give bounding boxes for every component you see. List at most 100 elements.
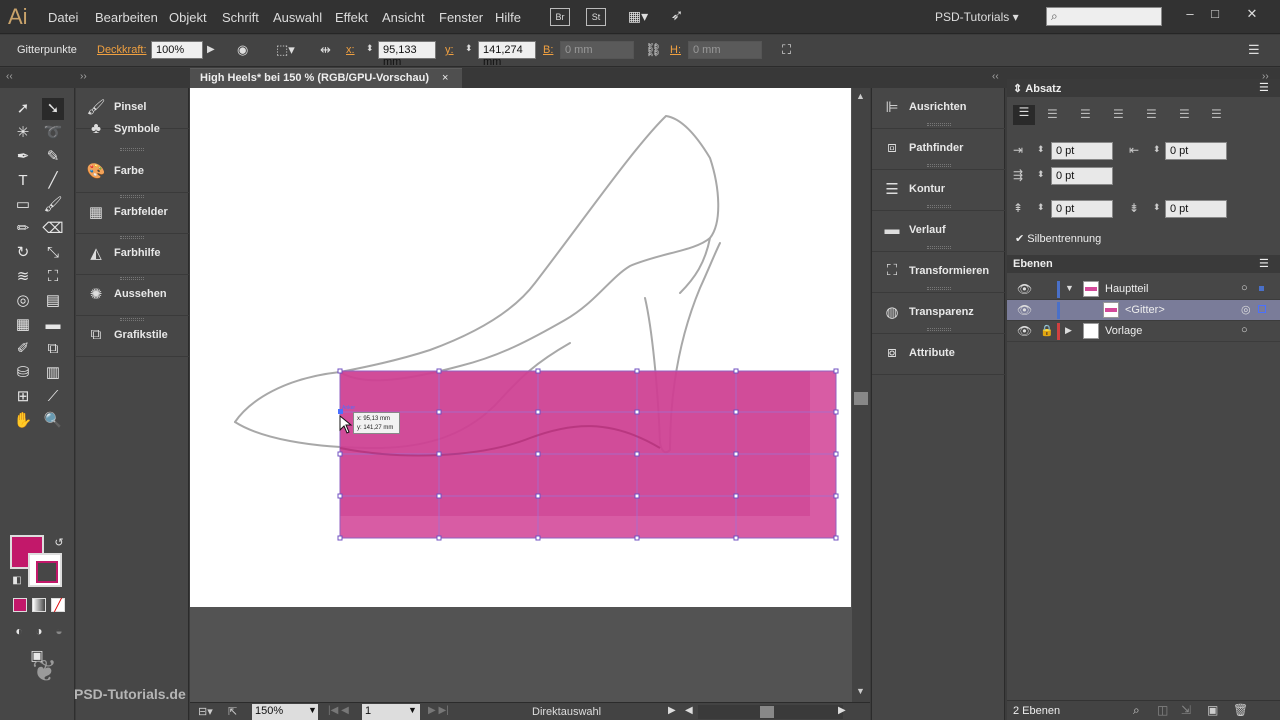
visibility-eye-icon[interactable]: 👁 <box>1017 324 1032 338</box>
menu-fenster[interactable]: Fenster <box>439 10 483 25</box>
menu-hilfe[interactable]: Hilfe <box>495 10 521 25</box>
bridge-button[interactable]: Br <box>550 8 570 26</box>
magic-wand-tool-icon[interactable]: ✳ <box>12 122 34 144</box>
clipping-mask-icon[interactable]: ◫ <box>1157 703 1168 717</box>
paragraph-panel-header[interactable]: ⇕ Absatz ☰ <box>1007 79 1280 97</box>
menu-auswahl[interactable]: Auswahl <box>273 10 322 25</box>
hscroll-thumb[interactable] <box>760 706 774 718</box>
paintbrush-tool-icon[interactable]: 🖌 <box>42 194 64 216</box>
constrain-proportions-icon[interactable]: ⛓ <box>645 42 662 58</box>
scroll-right-icon[interactable]: ▶ <box>838 705 846 716</box>
layer-name[interactable]: <Gitter> <box>1125 304 1165 316</box>
panel-farbhilfe[interactable]: ◭ Farbhilfe <box>76 234 189 275</box>
collapse-toolbox-icon[interactable]: ‹‹ <box>6 71 13 82</box>
search-input[interactable]: ⌕ <box>1046 7 1162 26</box>
draw-normal-icon[interactable]: ◐ <box>8 620 30 642</box>
space-after-field[interactable]: 0 pt <box>1165 200 1227 218</box>
lasso-tool-icon[interactable]: ➰ <box>42 122 64 144</box>
y-field[interactable]: 141,274 mm <box>478 41 536 68</box>
align-center-icon[interactable]: ☰ <box>1047 107 1058 121</box>
artboard-number-select[interactable]: 1 ▼ <box>362 704 420 720</box>
pen-tool-icon[interactable]: ✒ <box>12 146 34 168</box>
height-label[interactable]: H: <box>670 44 681 56</box>
selection-tool-icon[interactable]: ➚ <box>12 98 34 120</box>
panel-grip[interactable] <box>927 287 951 290</box>
hyphenation-checkbox[interactable]: ✔ Silbentrennung <box>1015 232 1101 245</box>
shape-builder-tool-icon[interactable]: ◎ <box>12 290 34 312</box>
close-button[interactable]: ✕ <box>1241 6 1263 24</box>
rotate-tool-icon[interactable]: ↻ <box>12 242 34 264</box>
align-right-icon[interactable]: ☰ <box>1080 107 1091 121</box>
align-anchor-icon[interactable]: ⇹ <box>320 42 331 58</box>
align-left-icon[interactable]: ☰ <box>1013 105 1035 125</box>
workspace-switcher[interactable]: PSD-Tutorials ▾ <box>935 10 1019 24</box>
document-tab[interactable]: High Heels* bei 150 % (RGB/GPU-Vorschau)… <box>190 68 462 88</box>
selection-indicator[interactable] <box>1259 286 1264 291</box>
locate-object-icon[interactable]: ⌕ <box>1133 703 1140 718</box>
status-menu-icon[interactable]: ▶ <box>668 705 676 716</box>
transform-icon[interactable]: ⛶ <box>782 42 791 58</box>
collapse-dock-icon[interactable]: ‹‹ <box>992 71 999 82</box>
visibility-eye-icon[interactable]: 👁 <box>1017 282 1032 296</box>
close-tab-icon[interactable]: × <box>442 72 448 84</box>
first-artboard-icon[interactable]: |◀ ◀ <box>328 705 349 716</box>
panel-menu-icon[interactable]: ☰ <box>1259 257 1269 270</box>
scroll-down-icon[interactable]: ▼ <box>856 686 865 696</box>
stepper-icon[interactable]: ⬍ <box>1153 144 1161 155</box>
slice-tool-icon[interactable]: ⟋ <box>42 386 64 408</box>
symbol-sprayer-tool-icon[interactable]: ⛁ <box>12 362 34 384</box>
gpu-performance-icon[interactable]: ➶ <box>667 8 687 26</box>
menu-bearbeiten[interactable]: Bearbeiten <box>95 10 158 25</box>
target-icon[interactable]: ◎ <box>1241 303 1251 316</box>
x-stepper-icon[interactable]: ⬍ <box>366 43 374 54</box>
justify-all-icon[interactable]: ☰ <box>1211 107 1222 121</box>
zoom-select[interactable]: 150% ▼ <box>252 704 318 720</box>
export-icon[interactable]: ⇱ <box>228 705 237 718</box>
space-before-field[interactable]: 0 pt <box>1051 200 1113 218</box>
rectangle-tool-icon[interactable]: ▭ <box>12 194 34 216</box>
draw-inside-icon[interactable]: ◒ <box>48 620 70 642</box>
swap-colors-icon[interactable]: ↺ <box>48 532 70 554</box>
width-tool-icon[interactable]: ≋ <box>12 266 34 288</box>
panel-grip[interactable] <box>120 148 144 151</box>
y-stepper-icon[interactable]: ⬍ <box>465 43 473 54</box>
stroke-color-swatch[interactable] <box>28 553 62 587</box>
pencil-tool-icon[interactable]: ✏ <box>12 218 34 240</box>
vertical-scrollbar[interactable]: ▲ ▼ <box>852 88 870 702</box>
layers-panel-header[interactable]: Ebenen ☰ <box>1007 255 1280 273</box>
panel-farbfelder[interactable]: ▦ Farbfelder <box>76 193 189 234</box>
column-graph-tool-icon[interactable]: ▥ <box>42 362 64 384</box>
menu-datei[interactable]: Datei <box>48 10 78 25</box>
draw-behind-icon[interactable]: ◑ <box>28 620 50 642</box>
opacity-field[interactable]: 100% <box>151 41 203 59</box>
target-icon[interactable]: ○ <box>1241 324 1248 336</box>
panel-attribute[interactable]: ⧇ Attribute <box>872 334 1006 375</box>
maximize-button[interactable]: □ <box>1204 6 1226 24</box>
panel-farbe[interactable]: 🎨 Farbe <box>76 152 189 193</box>
direct-selection-tool-icon[interactable]: ➘ <box>42 98 64 120</box>
x-field[interactable]: 95,133 mm <box>378 41 436 68</box>
expand-triangle-icon[interactable]: ▼ <box>1065 283 1074 293</box>
selection-indicator[interactable] <box>1258 305 1266 313</box>
type-tool-icon[interactable]: T <box>12 170 34 192</box>
recolor-icon[interactable]: ◉ <box>237 42 248 58</box>
panel-grip[interactable] <box>927 205 951 208</box>
visibility-eye-icon[interactable]: 👁 <box>1017 303 1032 317</box>
scroll-thumb[interactable] <box>854 392 868 405</box>
stepper-icon[interactable]: ⬍ <box>1037 202 1045 213</box>
horizontal-scrollbar[interactable] <box>698 705 843 719</box>
stepper-icon[interactable]: ⬍ <box>1153 202 1161 213</box>
reference-point-icon[interactable]: ⬚▾ <box>276 42 295 58</box>
new-sublayer-icon[interactable]: ⇲ <box>1181 703 1191 717</box>
scale-tool-icon[interactable]: ⤡ <box>42 242 64 264</box>
perspective-grid-tool-icon[interactable]: ▤ <box>42 290 64 312</box>
menu-ansicht[interactable]: Ansicht <box>382 10 425 25</box>
layer-row-hauptteil[interactable]: 👁 ▼ Hauptteil ○ <box>1007 279 1280 300</box>
first-line-indent-field[interactable]: 0 pt <box>1051 167 1113 185</box>
scroll-up-icon[interactable]: ▲ <box>856 91 865 101</box>
scroll-left-icon[interactable]: ◀ <box>685 705 693 716</box>
layer-row-gitter[interactable]: 👁 <Gitter> ◎ <box>1007 300 1280 321</box>
hand-tool-icon[interactable]: ✋ <box>12 410 34 432</box>
artboard-tool-icon[interactable]: ⊞ <box>12 386 34 408</box>
minimize-button[interactable]: – <box>1179 6 1201 24</box>
